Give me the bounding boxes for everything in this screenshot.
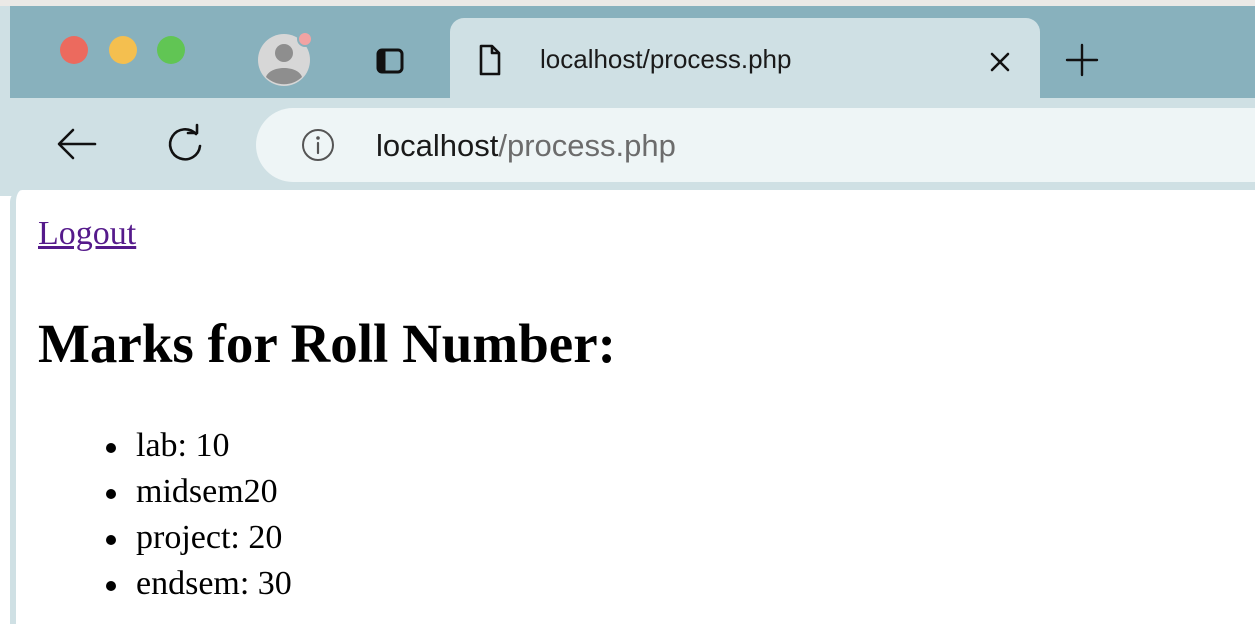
- window-close-button[interactable]: [60, 36, 88, 64]
- profile-avatar-icon[interactable]: [257, 31, 313, 87]
- url-path: /process.php: [498, 128, 676, 163]
- window-minimize-button[interactable]: [109, 36, 137, 64]
- logout-link[interactable]: Logout: [38, 214, 136, 254]
- list-item: project: 20: [90, 515, 292, 561]
- list-item: lab: 10: [90, 423, 292, 469]
- plus-icon[interactable]: [1060, 38, 1104, 82]
- page-title: Marks for Roll Number:: [38, 313, 616, 374]
- info-icon[interactable]: [300, 127, 336, 163]
- list-item: endsem: 30: [90, 561, 292, 607]
- list-item: midsem20: [90, 469, 292, 515]
- tab-title: localhost/process.php: [540, 44, 792, 74]
- address-bar-url[interactable]: localhost/process.php: [376, 127, 676, 165]
- arrow-left-icon[interactable]: [54, 121, 100, 167]
- url-host: localhost: [376, 128, 499, 163]
- close-icon[interactable]: [980, 42, 1020, 82]
- reload-icon[interactable]: [162, 121, 208, 167]
- window-zoom-button[interactable]: [157, 36, 185, 64]
- tab-overview-icon[interactable]: [366, 37, 414, 85]
- document-icon: [478, 40, 502, 80]
- marks-list: lab: 10 midsem20 project: 20 endsem: 30: [90, 423, 292, 607]
